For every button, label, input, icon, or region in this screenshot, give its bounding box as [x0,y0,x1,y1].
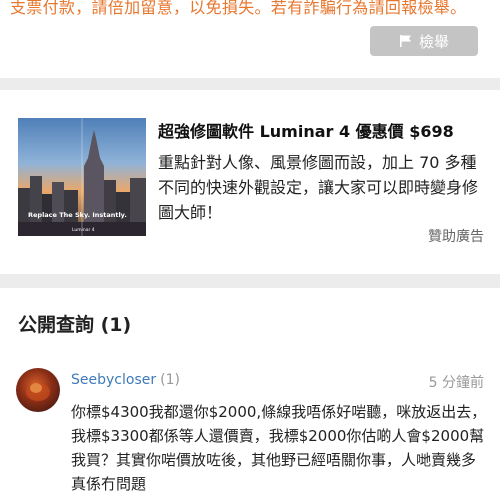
report-button-label: 檢舉 [418,32,449,51]
enquiry-username[interactable]: Seebycloser (1) [71,372,180,388]
warning-card: 支票付款，請倍加留意，以免損失。若有詐騙行為請回報檢舉。 檢舉 [0,0,500,78]
enquiries-heading: 公開查詢 (1) [18,314,132,336]
enquiry-timestamp: 5 分鐘前 [428,375,484,391]
payment-warning-text: 支票付款，請倍加留意，以免損失。若有詐騙行為請回報檢舉。 [10,0,467,17]
public-enquiries-card: 公開查詢 (1) Seebycloser (1) 5 分鐘前 你標$4300我都還… [0,288,500,500]
sponsored-label: 贊助廣告 [428,229,484,245]
flag-icon [399,34,413,48]
ad-image-brand: Luminar 4 [72,228,95,233]
username-text[interactable]: Seebycloser [71,372,156,388]
ad-image-tagline: Replace The Sky. Instantly. [28,211,127,219]
ad-title[interactable]: 超強修圖軟件 Luminar 4 優惠價 $698 [158,118,454,142]
ad-image[interactable]: Replace The Sky. Instantly. Luminar 4 [18,118,146,236]
avatar[interactable] [16,368,60,412]
report-button[interactable]: 檢舉 [370,26,478,56]
user-enquiry-count: (1) [160,372,180,388]
ad-description: 重點針對人像、風景修圖而設，加上 70 多種不同的快速外觀設定，讓大家可以即時變… [158,153,479,222]
sponsored-ad-card[interactable]: Replace The Sky. Instantly. Luminar 4 超強… [0,90,500,274]
enquiry-body: 你標$4300我都還你$2000,條線我唔係好啱聽，咪放返出去，我標$3300都… [71,403,487,493]
